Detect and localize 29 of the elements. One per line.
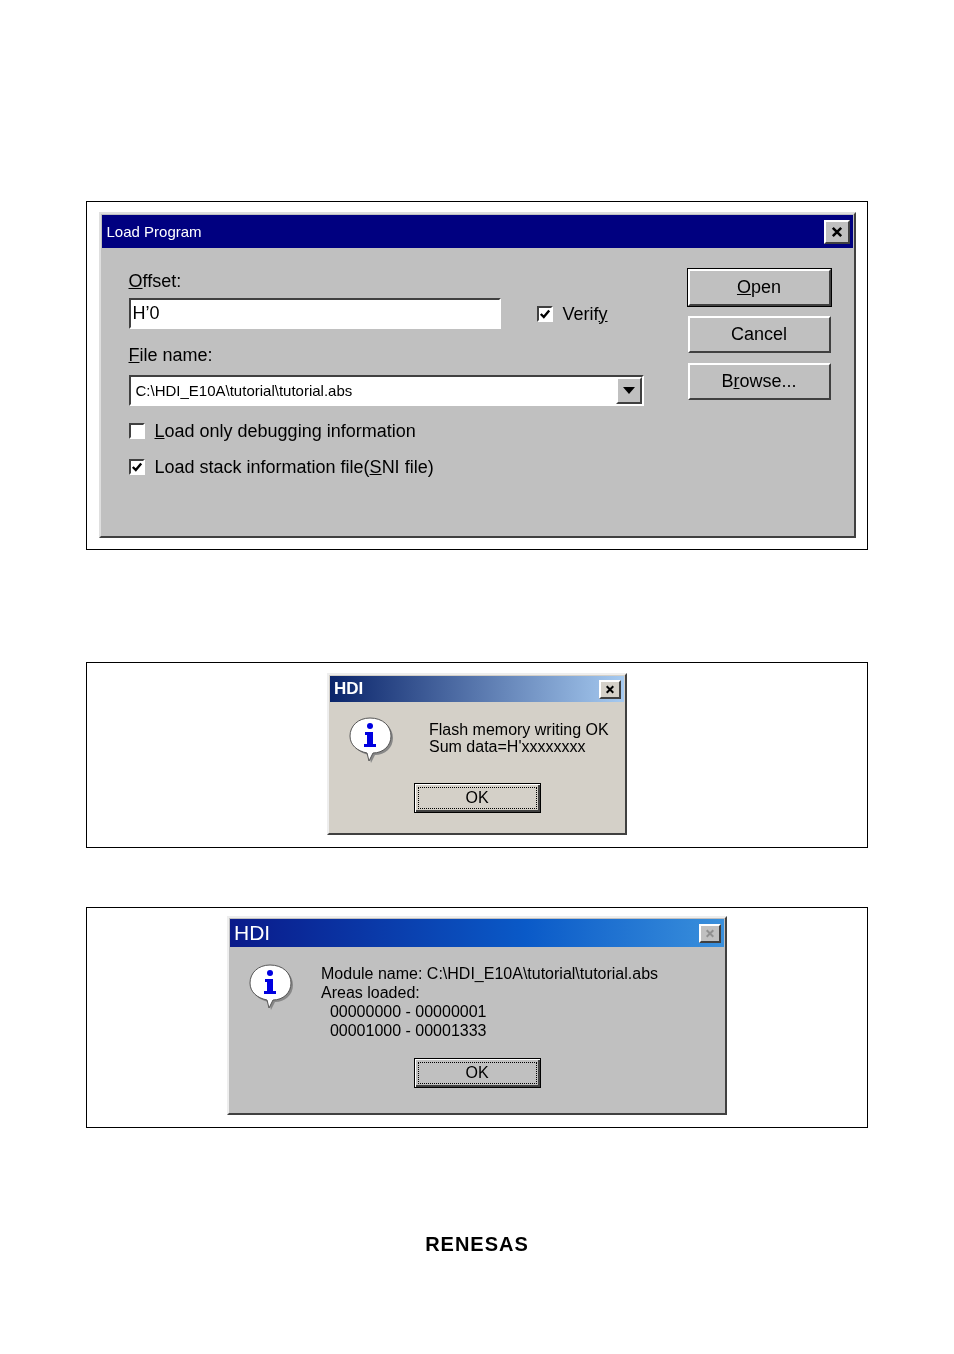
checkbox[interactable] (128, 423, 145, 439)
file-name-label: File name: (128, 344, 213, 367)
verify-label: Verify (562, 302, 608, 325)
dialog-button[interactable]: Browse... (687, 363, 831, 400)
option-label: Load stack information file(SNI file) (154, 456, 434, 478)
close-icon[interactable] (599, 679, 621, 699)
message-text: Areas loaded: (321, 983, 420, 1002)
checkbox[interactable] (128, 459, 145, 475)
ok-button[interactable]: OK (413, 783, 541, 813)
checkbox[interactable] (536, 305, 553, 322)
offset-field[interactable]: H’0 (128, 298, 501, 329)
message-text: 00001000 - 00001333 (328, 1021, 487, 1040)
window-title: Load Program (106, 223, 202, 240)
message-text: Sum data=H'xxxxxxxx (429, 738, 586, 755)
ok-button[interactable]: OK (413, 1058, 541, 1088)
close-icon[interactable] (823, 219, 850, 244)
dialog-button[interactable]: Cancel (687, 316, 831, 353)
file-name-dropdown[interactable]: C:\HDI_E10A\tutorial\tutorial.abs (128, 375, 644, 406)
company-logo: RENESAS (425, 1233, 529, 1255)
offset-label: Offset: (128, 270, 182, 293)
info-icon (347, 715, 395, 763)
message-text: Flash memory writing OK (429, 721, 609, 738)
option-label: Load only debugging information (154, 420, 416, 442)
window-title: HDI (334, 679, 364, 699)
info-icon (247, 962, 295, 1010)
dialog-button[interactable]: Open (687, 269, 831, 306)
message-text: 00000000 - 00000001 (328, 1002, 487, 1021)
message-text: Module name: C:\HDI_E10A\tutorial\tutorial.abs (321, 964, 659, 983)
window-title: HDI (234, 921, 271, 945)
